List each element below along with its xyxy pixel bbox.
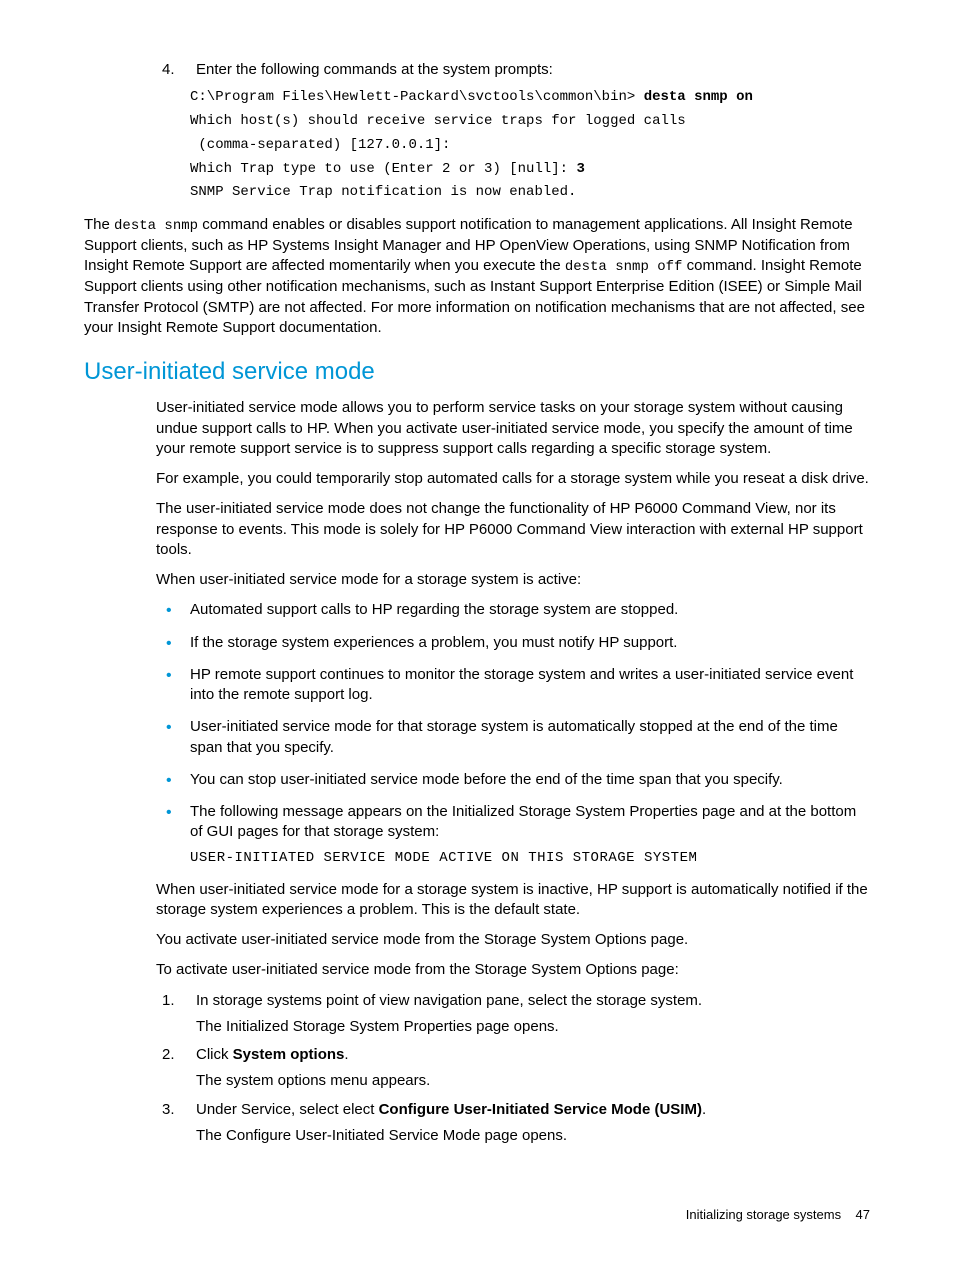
paragraph: For example, you could temporarily stop …	[156, 469, 870, 489]
code-prompt: C:\Program Files\Hewlett-Packard\svctool…	[190, 89, 644, 105]
text-run: Click	[196, 1046, 233, 1063]
page-number: 47	[856, 1207, 870, 1222]
step-text: In storage systems point of view navigat…	[196, 991, 870, 1011]
step-subtext: The Configure User-Initiated Service Mod…	[196, 1126, 870, 1146]
code-command: desta snmp on	[644, 89, 753, 105]
code-line: Which Trap type to use (Enter 2 or 3) [n…	[190, 161, 576, 177]
step-number: 4.	[156, 60, 196, 80]
step-4-block: 4. Enter the following commands at the s…	[156, 60, 870, 205]
list-item-text: The following message appears on the Ini…	[190, 803, 856, 840]
step-number: 3.	[156, 1100, 196, 1147]
list-item: User-initiated service mode for that sto…	[190, 717, 870, 758]
paragraph: You activate user-initiated service mode…	[156, 930, 870, 950]
inline-code: desta snmp off	[565, 259, 683, 275]
step-body: Click System options. The system options…	[196, 1045, 870, 1092]
step-subtext: The system options menu appears.	[196, 1071, 870, 1091]
list-item: Automated support calls to HP regarding …	[190, 600, 870, 620]
step-4: 4. Enter the following commands at the s…	[156, 60, 870, 80]
step-text: Enter the following commands at the syst…	[196, 60, 870, 80]
list-item: If the storage system experiences a prob…	[190, 633, 870, 653]
list-item: You can stop user-initiated service mode…	[190, 770, 870, 790]
bold-text: Configure User-Initiated Service Mode (U…	[379, 1101, 702, 1118]
code-line: SNMP Service Trap notification is now en…	[190, 184, 576, 200]
list-item: HP remote support continues to monitor t…	[190, 665, 870, 706]
page: 4. Enter the following commands at the s…	[0, 0, 954, 1224]
step-subtext: The Initialized Storage System Propertie…	[196, 1017, 870, 1037]
code-block: C:\Program Files\Hewlett-Packard\svctool…	[190, 86, 870, 205]
step-body: In storage systems point of view navigat…	[196, 991, 870, 1038]
paragraph: When user-initiated service mode for a s…	[156, 570, 870, 590]
step-body: Under Service, select elect Configure Us…	[196, 1100, 870, 1147]
bullet-list: Automated support calls to HP regarding …	[156, 600, 870, 867]
code-input: 3	[576, 161, 584, 177]
paragraph: When user-initiated service mode for a s…	[156, 880, 870, 921]
step-1: 1. In storage systems point of view navi…	[156, 991, 870, 1038]
text-run: Under Service, select elect	[196, 1101, 379, 1118]
section-heading: User-initiated service mode	[84, 356, 870, 388]
step-number: 2.	[156, 1045, 196, 1092]
text-run: The	[84, 216, 114, 233]
paragraph: The user-initiated service mode does not…	[156, 499, 870, 560]
paragraph: User-initiated service mode allows you t…	[156, 398, 870, 459]
code-line: Which host(s) should receive service tra…	[190, 113, 686, 129]
list-item: The following message appears on the Ini…	[190, 802, 870, 867]
inline-code: desta snmp	[114, 218, 198, 234]
system-message: USER-INITIATED SERVICE MODE ACTIVE ON TH…	[190, 849, 870, 868]
bold-text: System options	[233, 1046, 345, 1063]
text-run: .	[344, 1046, 348, 1063]
text-run: .	[702, 1101, 706, 1118]
step-text: Click System options.	[196, 1045, 870, 1065]
step-text: Under Service, select elect Configure Us…	[196, 1100, 870, 1120]
paragraph: To activate user-initiated service mode …	[156, 960, 870, 980]
page-footer: Initializing storage systems 47	[84, 1206, 870, 1224]
step-2: 2. Click System options. The system opti…	[156, 1045, 870, 1092]
usim-section: User-initiated service mode allows you t…	[156, 398, 870, 1146]
footer-title: Initializing storage systems	[686, 1207, 841, 1222]
code-line: (comma-separated) [127.0.0.1]:	[198, 137, 450, 153]
step-number: 1.	[156, 991, 196, 1038]
desta-paragraph: The desta snmp command enables or disabl…	[84, 215, 870, 338]
step-3: 3. Under Service, select elect Configure…	[156, 1100, 870, 1147]
